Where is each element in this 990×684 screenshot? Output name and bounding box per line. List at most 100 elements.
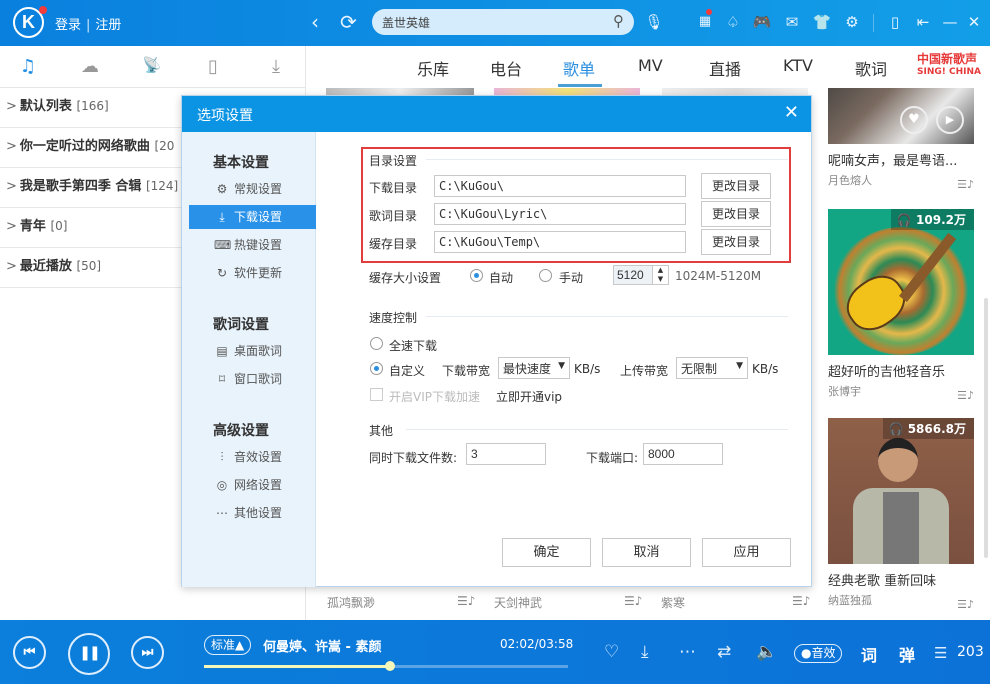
- playlist-queue-icon[interactable]: ☰: [934, 643, 947, 663]
- play-icon[interactable]: ▶: [936, 106, 964, 134]
- tab-mv[interactable]: MV: [638, 56, 663, 75]
- apps-icon[interactable]: ▦: [695, 12, 715, 32]
- danmaku-toggle[interactable]: 弹: [899, 642, 915, 666]
- add-to-list-icon[interactable]: ☰♪: [957, 178, 974, 191]
- register-link[interactable]: 注册: [95, 18, 121, 33]
- card-author[interactable]: 月色熔人: [828, 172, 974, 188]
- tab-library[interactable]: 乐库: [417, 56, 449, 80]
- activate-vip-link[interactable]: 立即开通vip: [496, 388, 562, 405]
- apply-button[interactable]: 应用: [702, 538, 791, 567]
- tab-live[interactable]: 直播: [709, 56, 741, 80]
- card-title[interactable]: 呢喃女声，最是粤语...: [828, 150, 974, 169]
- card-image[interactable]: 🎧 109.2万: [828, 209, 974, 355]
- playlist-card[interactable]: 🎧 109.2万 超好听的吉他轻音乐 张博宇 ☰♪: [828, 209, 974, 402]
- lyrics-dir-field[interactable]: C:\KuGou\Lyric\: [434, 203, 686, 225]
- step-up-icon[interactable]: ▲: [653, 266, 668, 275]
- custom-speed-label[interactable]: 自定义: [389, 362, 425, 379]
- progress-bar[interactable]: [204, 661, 568, 671]
- progress-handle[interactable]: [385, 661, 396, 671]
- game-icon[interactable]: 🎮: [752, 12, 772, 32]
- mini-mode-icon[interactable]: ▯: [885, 12, 905, 32]
- tab-cloud-icon[interactable]: ☁: [78, 56, 102, 77]
- ok-button[interactable]: 确定: [502, 538, 591, 567]
- tab-radio-icon[interactable]: 📡: [140, 56, 164, 74]
- search-icon[interactable]: ⚲: [613, 12, 624, 30]
- shirt-icon[interactable]: 👕: [812, 12, 832, 32]
- full-speed-radio[interactable]: [370, 337, 383, 350]
- content-scrollbar[interactable]: [984, 298, 988, 558]
- mail-icon[interactable]: ✉: [782, 12, 802, 32]
- sidebar-item-desktop-lyrics[interactable]: ▤ 桌面歌词: [189, 339, 316, 363]
- sidebar-item-update[interactable]: ↻ 软件更新: [189, 261, 316, 285]
- login-link[interactable]: 登录: [55, 18, 81, 33]
- card-author[interactable]: 紫寒: [661, 594, 685, 611]
- like-icon[interactable]: ♡: [604, 642, 619, 662]
- search-input[interactable]: [382, 13, 602, 31]
- skin-icon[interactable]: ♤: [723, 12, 743, 32]
- tab-lyrics[interactable]: 歌词: [855, 56, 887, 80]
- pause-button[interactable]: ❚❚: [68, 633, 110, 675]
- custom-speed-radio[interactable]: [370, 362, 383, 375]
- volume-icon[interactable]: 🔈: [756, 642, 777, 662]
- collapse-icon[interactable]: ⇤: [913, 12, 933, 32]
- cache-manual-radio[interactable]: [539, 269, 552, 282]
- tab-radio[interactable]: 电台: [490, 56, 522, 80]
- card-title[interactable]: 超好听的吉他轻音乐: [828, 361, 974, 380]
- card-image[interactable]: ♥ ▶: [828, 88, 974, 144]
- card-author[interactable]: 天剑神武: [494, 594, 542, 611]
- cache-size-value[interactable]: 5120: [617, 268, 644, 282]
- download-icon[interactable]: ⤓: [641, 642, 649, 662]
- close-icon[interactable]: ✕: [964, 12, 984, 32]
- add-to-list-icon[interactable]: ☰♪: [624, 594, 642, 608]
- step-down-icon[interactable]: ▼: [653, 275, 668, 284]
- add-to-list-icon[interactable]: ☰♪: [457, 594, 475, 608]
- sing-china-banner[interactable]: 中国新歌声 SING! CHINA: [917, 53, 981, 79]
- download-port-input[interactable]: 8000: [643, 443, 723, 465]
- change-cache-dir-button[interactable]: 更改目录: [701, 229, 771, 255]
- card-author[interactable]: 张博宇: [828, 383, 974, 399]
- upload-bandwidth-select[interactable]: 无限制 ▼: [676, 357, 748, 379]
- sidebar-item-download[interactable]: ⤓ 下载设置: [189, 205, 316, 229]
- tab-ktv[interactable]: KTV: [783, 56, 813, 75]
- card-author[interactable]: 孤鸿飘渺: [327, 594, 375, 611]
- change-download-dir-button[interactable]: 更改目录: [701, 173, 771, 199]
- close-icon[interactable]: ✕: [784, 103, 799, 123]
- previous-button[interactable]: ⏮: [13, 636, 46, 669]
- gear-icon[interactable]: ⚙: [842, 12, 862, 32]
- add-to-list-icon[interactable]: ☰♪: [957, 598, 974, 611]
- sidebar-item-network[interactable]: ◎ 网络设置: [189, 473, 316, 497]
- card-image[interactable]: 🎧 5866.8万: [828, 418, 974, 564]
- more-icon[interactable]: ⋯: [679, 642, 696, 662]
- refresh-icon[interactable]: ⟳: [340, 10, 357, 34]
- queue-count[interactable]: 203: [957, 644, 984, 660]
- heart-icon[interactable]: ♥: [900, 106, 928, 134]
- cache-size-stepper[interactable]: 5120 ▲ ▼: [613, 265, 669, 285]
- stepper-buttons[interactable]: ▲ ▼: [652, 266, 668, 284]
- mic-icon[interactable]: 🎙: [644, 12, 664, 32]
- next-button[interactable]: ⏭: [131, 636, 164, 669]
- tab-playlists[interactable]: 歌单: [563, 56, 595, 80]
- download-dir-field[interactable]: C:\KuGou\: [434, 175, 686, 197]
- sidebar-item-general[interactable]: ⚙ 常规设置: [189, 177, 316, 201]
- lyrics-toggle[interactable]: 词: [861, 642, 877, 666]
- sidebar-item-hotkeys[interactable]: ⌨ 热键设置: [189, 233, 316, 257]
- cache-dir-field[interactable]: C:\KuGou\Temp\: [434, 231, 686, 253]
- tab-music-icon[interactable]: ♫: [16, 56, 40, 77]
- tab-download-icon[interactable]: ⤓: [264, 56, 288, 77]
- cache-auto-label[interactable]: 自动: [489, 269, 513, 286]
- sidebar-item-audio-effects[interactable]: ⫶ 音效设置: [189, 445, 316, 469]
- cancel-button[interactable]: 取消: [602, 538, 691, 567]
- playlist-card[interactable]: ♥ ▶ 呢喃女声，最是粤语... 月色熔人 ☰♪: [828, 88, 974, 191]
- playlist-card[interactable]: 🎧 5866.8万 经典老歌 重新回味 纳蓝独孤 ☰♪: [828, 418, 974, 611]
- loop-mode-icon[interactable]: ⇄: [717, 642, 731, 662]
- quality-selector[interactable]: 标准▲: [204, 635, 252, 655]
- cache-manual-label[interactable]: 手动: [559, 269, 583, 286]
- add-to-list-icon[interactable]: ☰♪: [792, 594, 810, 608]
- now-playing-title[interactable]: 何曼婷、许嵩 - 素颜: [263, 636, 381, 655]
- sidebar-item-window-lyrics[interactable]: ⌑ 窗口歌词: [189, 367, 316, 391]
- tab-device-icon[interactable]: ▯: [201, 56, 225, 77]
- sound-effect-toggle[interactable]: ●音效: [794, 644, 843, 663]
- sidebar-item-other[interactable]: ⋯ 其他设置: [189, 501, 316, 525]
- vip-accel-checkbox[interactable]: [370, 388, 383, 401]
- download-bandwidth-select[interactable]: 最快速度 ▼: [498, 357, 570, 379]
